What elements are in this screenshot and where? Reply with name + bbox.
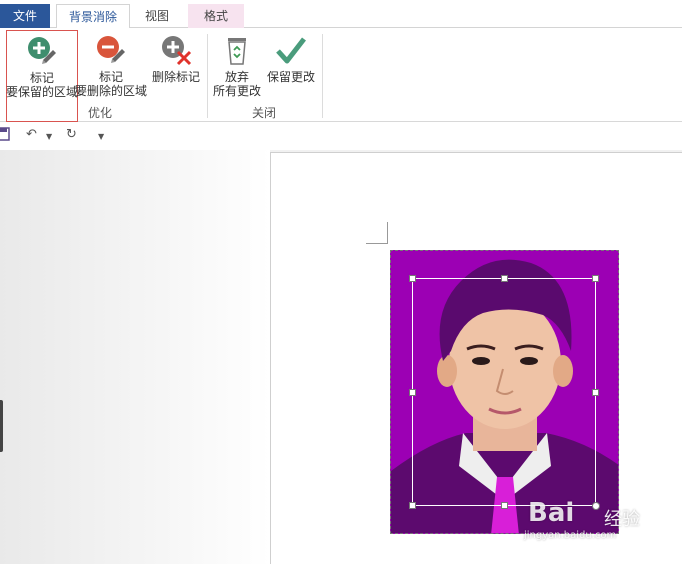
ribbon-tab-bar: 文件 背景消除 视图 格式 bbox=[0, 0, 682, 29]
keep-changes-label: 保留更改 bbox=[266, 70, 315, 84]
keep-area-marquee[interactable] bbox=[412, 278, 596, 506]
keep-changes-button[interactable]: 保留更改 bbox=[264, 30, 318, 84]
check-icon bbox=[276, 37, 306, 64]
mark-remove-label-line1: 标记 bbox=[98, 70, 123, 84]
resize-handle-bottom-right[interactable] bbox=[592, 502, 600, 510]
discard-label-line1: 放弃 bbox=[224, 70, 249, 84]
ribbon-separator bbox=[322, 34, 323, 118]
discard-label-line2: 所有更改 bbox=[212, 84, 261, 98]
delete-mark-button[interactable]: 删除标记 bbox=[150, 30, 202, 84]
customize-icon[interactable]: ▼ bbox=[98, 132, 104, 141]
resize-handle-left[interactable] bbox=[409, 389, 416, 396]
margin-corner-marker bbox=[366, 222, 388, 244]
watermark-brand-suffix: 经验 bbox=[604, 509, 640, 530]
resize-handle-top[interactable] bbox=[501, 275, 508, 282]
watermark-url: jingyan.baidu.com bbox=[524, 530, 617, 541]
redo-icon[interactable]: ↻ bbox=[66, 127, 77, 142]
left-page bbox=[0, 150, 270, 564]
save-icon[interactable] bbox=[0, 127, 10, 145]
resize-handle-top-left[interactable] bbox=[409, 275, 416, 282]
undo-dropdown-icon[interactable]: ▼ bbox=[46, 132, 52, 141]
resize-handle-bottom-left[interactable] bbox=[409, 502, 416, 509]
tab-background-removal[interactable]: 背景消除 bbox=[56, 4, 130, 29]
group-label-close: 关闭 bbox=[252, 106, 277, 120]
group-label-optimize: 优化 bbox=[88, 106, 113, 120]
tab-view[interactable]: 视图 bbox=[134, 4, 180, 28]
delete-mark-icon bbox=[162, 36, 192, 66]
mark-areas-to-remove-button[interactable]: 标记 要删除的区域 bbox=[75, 30, 147, 98]
watermark-brand: Bai bbox=[528, 498, 575, 528]
ribbon-separator bbox=[207, 34, 208, 118]
plus-pencil-icon bbox=[28, 37, 56, 64]
resize-handle-bottom[interactable] bbox=[501, 502, 508, 509]
tab-file[interactable]: 文件 bbox=[0, 4, 50, 28]
undo-icon[interactable]: ↶ bbox=[26, 127, 37, 142]
tab-format[interactable]: 格式 bbox=[188, 4, 244, 28]
delete-mark-label: 删除标记 bbox=[151, 70, 200, 84]
quick-access-toolbar: ↶ ▼ ↻ ▼ bbox=[0, 123, 682, 149]
mark-keep-label-line1: 标记 bbox=[29, 71, 54, 85]
mark-areas-to-keep-button[interactable]: 标记 要保留的区域 bbox=[6, 30, 78, 122]
minus-pencil-icon bbox=[97, 36, 125, 63]
page-edge-marker bbox=[0, 400, 3, 452]
mark-remove-label-line2: 要删除的区域 bbox=[74, 84, 147, 98]
resize-handle-top-right[interactable] bbox=[592, 275, 599, 282]
resize-handle-right[interactable] bbox=[592, 389, 599, 396]
discard-all-changes-button[interactable]: 放弃 所有更改 bbox=[212, 30, 262, 98]
ribbon: 标记 要保留的区域 标记 要删除的区域 删除标记 放弃 所有更改 保留更改 优化… bbox=[0, 28, 682, 122]
recycle-bin-icon bbox=[228, 38, 246, 65]
